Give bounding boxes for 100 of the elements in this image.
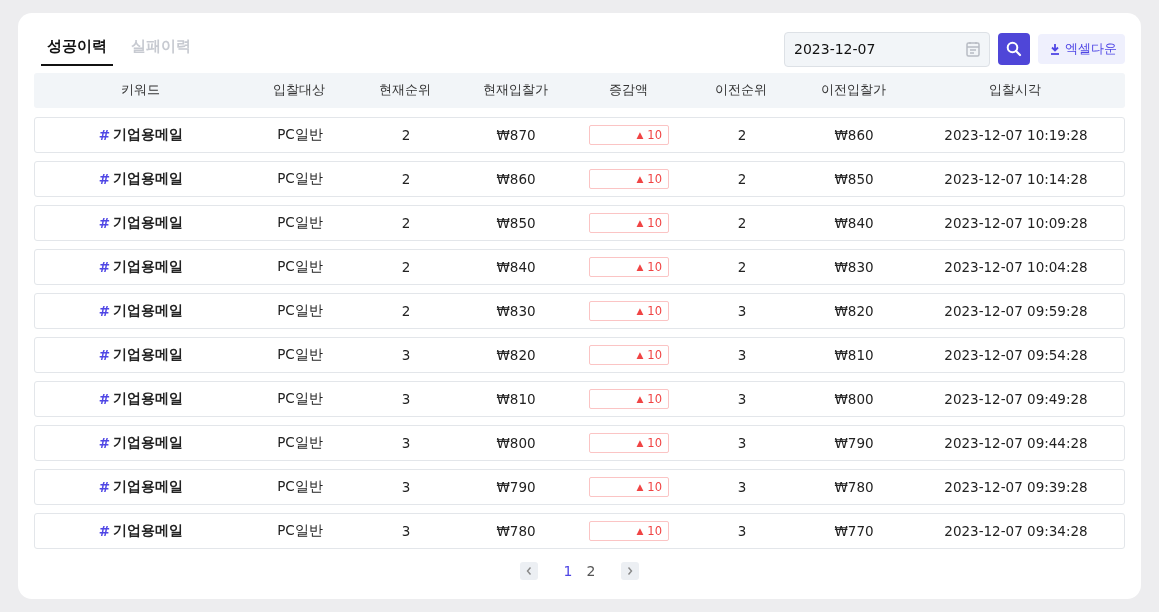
table-cell: 2 — [737, 215, 747, 231]
table-cell: 3 — [737, 479, 747, 495]
change-badge: ▲ 10 — [589, 257, 669, 277]
change-badge: ▲ 10 — [589, 345, 669, 365]
change-badge: ▲ 10 — [589, 477, 669, 497]
chevron-right-icon — [626, 566, 635, 576]
table-cell: 2 — [401, 259, 411, 275]
table-cell: ₩820 — [834, 303, 874, 319]
download-icon — [1050, 43, 1060, 55]
chevron-left-icon — [524, 566, 533, 576]
table-cell: 3 — [737, 391, 747, 407]
tab[interactable]: 성공이력 — [41, 31, 113, 66]
table-cell: ₩850 — [834, 171, 874, 187]
date-field[interactable]: 2023-12-07 — [784, 31, 990, 67]
table-cell: 2 — [737, 127, 747, 143]
table-cell: 기업용메일 — [113, 390, 184, 408]
table-cell: ₩830 — [834, 259, 874, 275]
hash-symbol: # — [98, 303, 111, 319]
table-cell: PC일반 — [277, 522, 323, 540]
previous-page-button[interactable] — [519, 562, 538, 580]
table-cell: 2 — [401, 303, 411, 319]
change-badge: ▲ 10 — [589, 125, 669, 145]
table-cell: ₩810 — [496, 391, 536, 407]
table-cell: ₩830 — [496, 303, 536, 319]
table-cell: 2023-12-07 10:19:28 — [944, 127, 1088, 143]
table-cell: 기업용메일 — [113, 302, 184, 320]
search-button[interactable] — [998, 33, 1030, 65]
page-number[interactable]: 1 — [563, 563, 573, 579]
table-cell: ₩770 — [834, 523, 874, 539]
hash-symbol: # — [98, 171, 111, 187]
table-cell: PC일반 — [277, 390, 323, 408]
change-badge: ▲ 10 — [589, 169, 669, 189]
table-cell: 2023-12-07 10:09:28 — [944, 215, 1088, 231]
column-header: 현재입찰가 — [481, 82, 549, 99]
table-cell: 2023-12-07 09:54:28 — [944, 347, 1088, 363]
table-cell: ₩790 — [834, 435, 874, 451]
table-cell: 기업용메일 — [113, 170, 184, 188]
table-cell: 기업용메일 — [113, 258, 184, 276]
table-cell: ₩810 — [834, 347, 874, 363]
hash-symbol: # — [98, 127, 111, 143]
hash-symbol: # — [98, 391, 111, 407]
table-cell: 기업용메일 — [113, 126, 184, 144]
table-cell: 2 — [737, 171, 747, 187]
table-cell: 3 — [401, 523, 411, 539]
page-number[interactable]: 2 — [586, 563, 596, 579]
table-cell: 3 — [401, 391, 411, 407]
next-page-button[interactable] — [621, 562, 640, 580]
column-header: 증감액 — [607, 82, 649, 99]
calendar-icon — [966, 41, 980, 57]
table-cell: 기업용메일 — [113, 214, 184, 232]
search-icon — [1006, 41, 1022, 57]
change-badge: ▲ 10 — [589, 213, 669, 233]
table-cell: ₩840 — [834, 215, 874, 231]
table-cell: ₩870 — [496, 127, 536, 143]
table-cell: ₩790 — [496, 479, 536, 495]
change-badge: ▲ 10 — [589, 521, 669, 541]
column-header: 입찰대상 — [272, 82, 326, 99]
table-cell: 2 — [401, 215, 411, 231]
change-badge: ▲ 10 — [589, 389, 669, 409]
table-cell: ₩840 — [496, 259, 536, 275]
table-cell: 3 — [737, 347, 747, 363]
table-cell: 기업용메일 — [113, 478, 184, 496]
table-cell: 2 — [401, 171, 411, 187]
table-cell: ₩850 — [496, 215, 536, 231]
hash-symbol: # — [98, 347, 111, 363]
table-cell: PC일반 — [277, 346, 323, 364]
table-cell: PC일반 — [277, 214, 323, 232]
table-cell: 3 — [401, 347, 411, 363]
table-cell: 기업용메일 — [113, 434, 184, 452]
change-badge: ▲ 10 — [589, 301, 669, 321]
column-header: 이전순위 — [714, 82, 768, 99]
table-cell: ₩780 — [834, 479, 874, 495]
excel-download-button[interactable]: 엑셀다운 — [1038, 34, 1125, 64]
hash-symbol: # — [98, 479, 111, 495]
table-cell: 2023-12-07 09:34:28 — [944, 523, 1088, 539]
column-header: 입찰시각 — [988, 82, 1042, 99]
table-cell: 2023-12-07 09:49:28 — [944, 391, 1088, 407]
table-cell: PC일반 — [277, 258, 323, 276]
table-cell: 3 — [737, 435, 747, 451]
table-cell: 기업용메일 — [113, 522, 184, 540]
column-header: 현재순위 — [378, 82, 432, 99]
table-cell: 2023-12-07 10:04:28 — [944, 259, 1088, 275]
table-cell: 2 — [401, 127, 411, 143]
table-cell: 3 — [401, 435, 411, 451]
table-cell: PC일반 — [277, 126, 323, 144]
table-cell: PC일반 — [277, 434, 323, 452]
table-cell: PC일반 — [277, 302, 323, 320]
hash-symbol: # — [98, 435, 111, 451]
table-cell: 3 — [737, 303, 747, 319]
table-cell: 3 — [401, 479, 411, 495]
table-cell: 3 — [737, 523, 747, 539]
table-cell: 2023-12-07 09:39:28 — [944, 479, 1088, 495]
column-header: 이전입찰가 — [819, 82, 887, 99]
hash-symbol: # — [98, 215, 111, 231]
table-cell: ₩820 — [496, 347, 536, 363]
table-cell: PC일반 — [277, 170, 323, 188]
column-header: 키워드 — [119, 82, 161, 99]
table-cell: ₩780 — [496, 523, 536, 539]
table-cell: 2 — [737, 259, 747, 275]
hash-symbol: # — [98, 259, 111, 275]
